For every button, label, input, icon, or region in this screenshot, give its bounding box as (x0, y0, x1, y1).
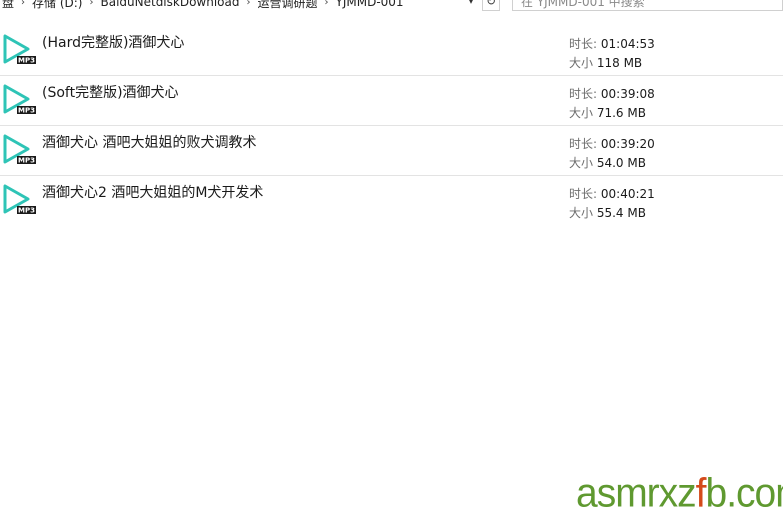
file-name[interactable]: (Soft完整版)酒御犬心 (42, 82, 179, 102)
watermark-part3: b.com (705, 470, 783, 517)
file-name[interactable]: 酒御犬心2 酒吧大姐姐的M犬开发术 (42, 182, 263, 202)
duration-label: 时长: (569, 37, 598, 51)
breadcrumb-item-root[interactable]: 盘 (2, 0, 14, 11)
size-value: 54.0 MB (596, 156, 646, 170)
duration-label: 时长: (569, 137, 598, 151)
duration-value: 00:39:08 (600, 87, 655, 101)
file-size: 大小 71.6 MB (569, 104, 646, 121)
mp3-play-icon: MP3 (3, 84, 36, 115)
file-list: MP3 (Hard完整版)酒御犬心 时长: 01:04:53 大小 118 MB… (0, 26, 783, 226)
breadcrumb: 盘 › 存储 (D:) › BaiduNetdiskDownload › 运营调… (0, 0, 482, 12)
size-label: 大小 (569, 156, 594, 170)
file-size: 大小 55.4 MB (569, 204, 646, 221)
breadcrumb-separator: › (246, 0, 251, 8)
size-label: 大小 (569, 106, 594, 120)
duration-value: 00:40:21 (600, 187, 655, 201)
duration-value: 00:39:20 (600, 137, 655, 151)
file-row[interactable]: MP3 (Soft完整版)酒御犬心 时长: 00:39:08 大小 71.6 M… (0, 76, 783, 126)
file-name[interactable]: (Hard完整版)酒御犬心 (42, 32, 184, 52)
duration-value: 01:04:53 (600, 37, 655, 51)
breadcrumb-separator: › (89, 0, 94, 8)
mp3-play-icon: MP3 (3, 184, 36, 215)
size-value: 118 MB (596, 56, 643, 70)
file-name[interactable]: 酒御犬心 酒吧大姐姐的败犬调教术 (42, 132, 256, 152)
refresh-button[interactable]: ↻ (482, 0, 500, 11)
svg-text:MP3: MP3 (18, 157, 35, 165)
breadcrumb-item-current[interactable]: YJMMD-001 (336, 0, 404, 9)
duration-label: 时长: (569, 187, 598, 201)
mp3-play-icon: MP3 (3, 134, 36, 165)
search-input[interactable]: 在 YJMMD-001 中搜索 (512, 0, 783, 11)
size-label: 大小 (569, 56, 594, 70)
svg-text:MP3: MP3 (18, 107, 35, 115)
file-duration: 时长: 01:04:53 (569, 35, 655, 52)
file-size: 大小 118 MB (569, 54, 642, 71)
duration-label: 时长: (569, 87, 598, 101)
file-duration: 时长: 00:39:08 (569, 85, 655, 102)
breadcrumb-item-folder[interactable]: 运营调研题 (258, 0, 318, 11)
file-duration: 时长: 00:40:21 (569, 185, 655, 202)
search-placeholder: 在 YJMMD-001 中搜索 (521, 0, 645, 9)
size-value: 55.4 MB (596, 206, 646, 220)
breadcrumb-separator: › (21, 0, 26, 8)
size-value: 71.6 MB (596, 106, 646, 120)
size-label: 大小 (569, 206, 594, 220)
file-size: 大小 54.0 MB (569, 154, 646, 171)
file-row[interactable]: MP3 酒御犬心2 酒吧大姐姐的M犬开发术 时长: 00:40:21 大小 55… (0, 176, 783, 226)
file-row[interactable]: MP3 (Hard完整版)酒御犬心 时长: 01:04:53 大小 118 MB (0, 26, 783, 76)
chevron-down-icon[interactable]: ▾ (463, 0, 479, 11)
address-bar-area: 盘 › 存储 (D:) › BaiduNetdiskDownload › 运营调… (0, 0, 783, 13)
refresh-icon: ↻ (485, 0, 497, 8)
breadcrumb-item-drive[interactable]: 存储 (D:) (32, 0, 82, 11)
breadcrumb-separator: › (324, 0, 329, 8)
file-row[interactable]: MP3 酒御犬心 酒吧大姐姐的败犬调教术 时长: 00:39:20 大小 54.… (0, 126, 783, 176)
file-duration: 时长: 00:39:20 (569, 135, 655, 152)
svg-text:MP3: MP3 (18, 57, 35, 65)
watermark-part1: asmrxz (576, 470, 697, 517)
breadcrumb-item-download[interactable]: BaiduNetdiskDownload (100, 0, 239, 9)
watermark: asmrxzfb.com (576, 471, 783, 517)
mp3-play-icon: MP3 (3, 34, 36, 65)
svg-text:MP3: MP3 (18, 207, 35, 215)
watermark-part2: f (695, 470, 707, 517)
